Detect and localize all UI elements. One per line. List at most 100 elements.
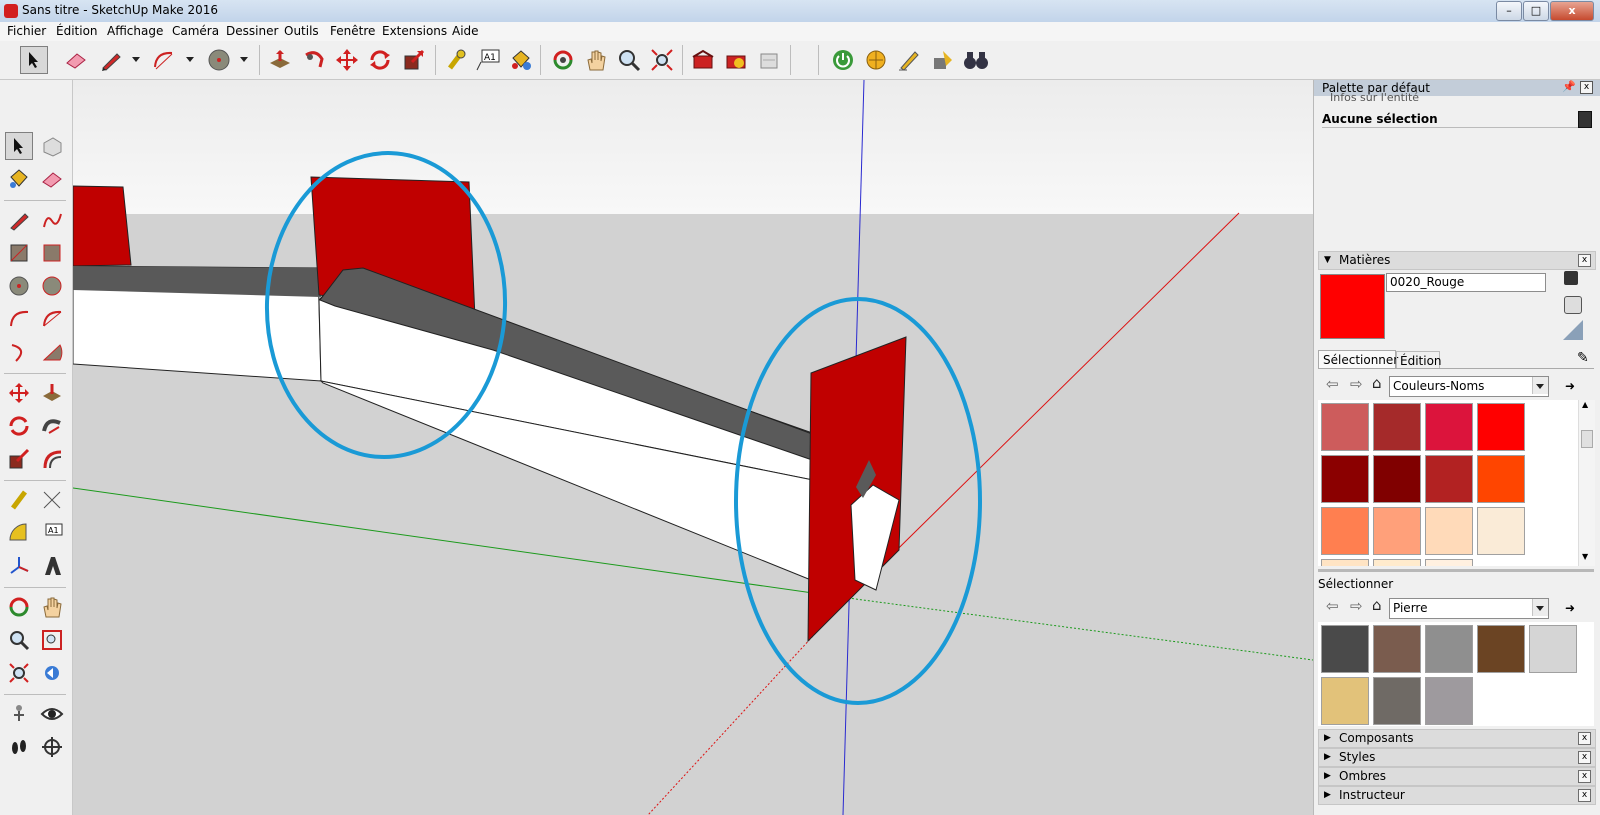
power-button[interactable]	[829, 46, 857, 74]
splitter[interactable]	[1318, 569, 1594, 572]
material-swatch[interactable]	[1477, 507, 1525, 555]
components-header[interactable]: ▶ Composants x	[1318, 729, 1596, 748]
menu-edition[interactable]: Édition	[56, 24, 98, 38]
styles-close-icon[interactable]: x	[1578, 751, 1591, 764]
protractor-button[interactable]	[5, 519, 33, 547]
rotated-rectangle-button[interactable]	[38, 239, 66, 267]
walk-button[interactable]	[5, 733, 33, 761]
position-camera-button[interactable]	[5, 700, 33, 728]
eyedropper-icon[interactable]: ✎	[1577, 350, 1589, 366]
pan-tool-button[interactable]	[582, 46, 610, 74]
materials-close-icon[interactable]: x	[1578, 254, 1591, 267]
chevron-down-icon[interactable]	[1532, 377, 1548, 394]
scrollbar-thumb[interactable]	[1581, 430, 1593, 448]
line-tool-button[interactable]	[97, 46, 125, 74]
text-button[interactable]: A1	[38, 519, 66, 547]
scale-tool-button[interactable]	[400, 46, 428, 74]
circle-dropdown-arrow-icon[interactable]	[240, 57, 248, 62]
material-swatch[interactable]	[1321, 455, 1369, 503]
shadows-header[interactable]: ▶ Ombres x	[1318, 767, 1596, 786]
modeling-viewport[interactable]	[73, 80, 1313, 815]
follow-me-tool-button[interactable]	[300, 46, 328, 74]
material-swatch[interactable]	[1477, 455, 1525, 503]
forward-arrow-icon[interactable]: ⇨	[1350, 375, 1363, 393]
scale-button[interactable]	[5, 445, 33, 473]
material-swatch[interactable]	[1321, 559, 1369, 566]
tape-measure-button[interactable]	[5, 486, 33, 514]
zoom-tool-button[interactable]	[615, 46, 643, 74]
display-secondary-browser-icon[interactable]	[1564, 271, 1578, 285]
material-swatch[interactable]	[1373, 507, 1421, 555]
home-icon[interactable]: ⌂	[1372, 596, 1382, 614]
menu-fenetre[interactable]: Fenêtre	[330, 24, 375, 38]
tape-measure-tool-button[interactable]	[442, 46, 470, 74]
offset-button[interactable]	[38, 445, 66, 473]
arc-button[interactable]	[5, 305, 33, 333]
material-swatch[interactable]	[1321, 507, 1369, 555]
eraser-tool-button[interactable]	[62, 46, 90, 74]
material-swatch[interactable]	[1425, 507, 1473, 555]
menu-extensions[interactable]: Extensions	[382, 24, 447, 38]
look-around-button[interactable]	[38, 700, 66, 728]
default-material-icon[interactable]	[1563, 320, 1583, 340]
texture-swatch[interactable]	[1373, 625, 1421, 673]
zoom-extents-tool-button[interactable]	[648, 46, 676, 74]
materials-header[interactable]: ▼ Matières x	[1318, 251, 1596, 270]
texture-swatch[interactable]	[1321, 625, 1369, 673]
rectangle-button[interactable]	[5, 239, 33, 267]
material-name-field[interactable]: 0020_Rouge	[1386, 273, 1546, 292]
entity-info-header[interactable]: Infos sur l'entité	[1330, 91, 1419, 101]
polygon-button[interactable]	[38, 272, 66, 300]
materials-scrollbar[interactable]: ▲ ▼	[1578, 400, 1595, 566]
material-swatch[interactable]	[1477, 403, 1525, 451]
push-pull-tool-button[interactable]	[266, 46, 294, 74]
red-panel-left[interactable]	[73, 185, 132, 267]
push-pull-button[interactable]	[38, 379, 66, 407]
previous-view-button[interactable]	[38, 659, 66, 687]
menu-affichage[interactable]: Affichage	[107, 24, 163, 38]
back-arrow-icon[interactable]: ⇦	[1326, 597, 1339, 615]
material-swatch[interactable]	[1321, 403, 1369, 451]
texture-swatch[interactable]	[1477, 625, 1525, 673]
arc-tool-button[interactable]	[150, 46, 178, 74]
circle-tool-button[interactable]	[205, 46, 233, 74]
current-material-swatch[interactable]	[1320, 274, 1385, 339]
zoom-window-button[interactable]	[38, 626, 66, 654]
material-swatch[interactable]	[1373, 403, 1421, 451]
3d-text-button[interactable]	[38, 552, 66, 580]
minimize-button[interactable]: –	[1496, 1, 1522, 21]
details-arrow-icon[interactable]: ➜	[1565, 601, 1575, 615]
sandbox-button[interactable]	[895, 46, 923, 74]
pie-button[interactable]	[38, 338, 66, 366]
material-swatch[interactable]	[1425, 403, 1473, 451]
material-swatch[interactable]	[1373, 455, 1421, 503]
circle-button[interactable]	[5, 272, 33, 300]
text-tool-button[interactable]: A1	[475, 46, 503, 74]
texture-swatch[interactable]	[1529, 625, 1577, 673]
two-point-arc-button[interactable]	[38, 305, 66, 333]
details-arrow-icon[interactable]: ➜	[1565, 379, 1575, 393]
tray-close-icon[interactable]: x	[1580, 81, 1593, 94]
rotate-button[interactable]	[5, 412, 33, 440]
shadows-close-icon[interactable]: x	[1578, 770, 1591, 783]
create-material-icon[interactable]	[1564, 296, 1582, 314]
secondary-collection-select[interactable]: Pierre	[1389, 598, 1549, 619]
paint-bucket-button[interactable]	[5, 165, 33, 193]
components-close-icon[interactable]: x	[1578, 732, 1591, 745]
line-dropdown-arrow-icon[interactable]	[132, 57, 140, 62]
dimension-button[interactable]	[38, 486, 66, 514]
pin-icon[interactable]: 📌	[1562, 80, 1576, 93]
select-tool-button[interactable]	[5, 132, 33, 160]
forward-arrow-icon[interactable]: ⇨	[1350, 597, 1363, 615]
home-icon[interactable]: ⌂	[1372, 374, 1382, 392]
tab-select[interactable]: Sélectionner	[1318, 350, 1398, 369]
material-swatch[interactable]	[1425, 455, 1473, 503]
entity-info-toggle-icon[interactable]	[1578, 111, 1592, 128]
tab-edit[interactable]: Édition	[1396, 351, 1442, 369]
texture-swatch[interactable]	[1373, 677, 1421, 725]
follow-me-button[interactable]	[38, 412, 66, 440]
zoom-extents-button[interactable]	[5, 659, 33, 687]
menu-outils[interactable]: Outils	[284, 24, 319, 38]
sketchup-app-icon[interactable]	[4, 4, 18, 18]
back-arrow-icon[interactable]: ⇦	[1326, 375, 1339, 393]
